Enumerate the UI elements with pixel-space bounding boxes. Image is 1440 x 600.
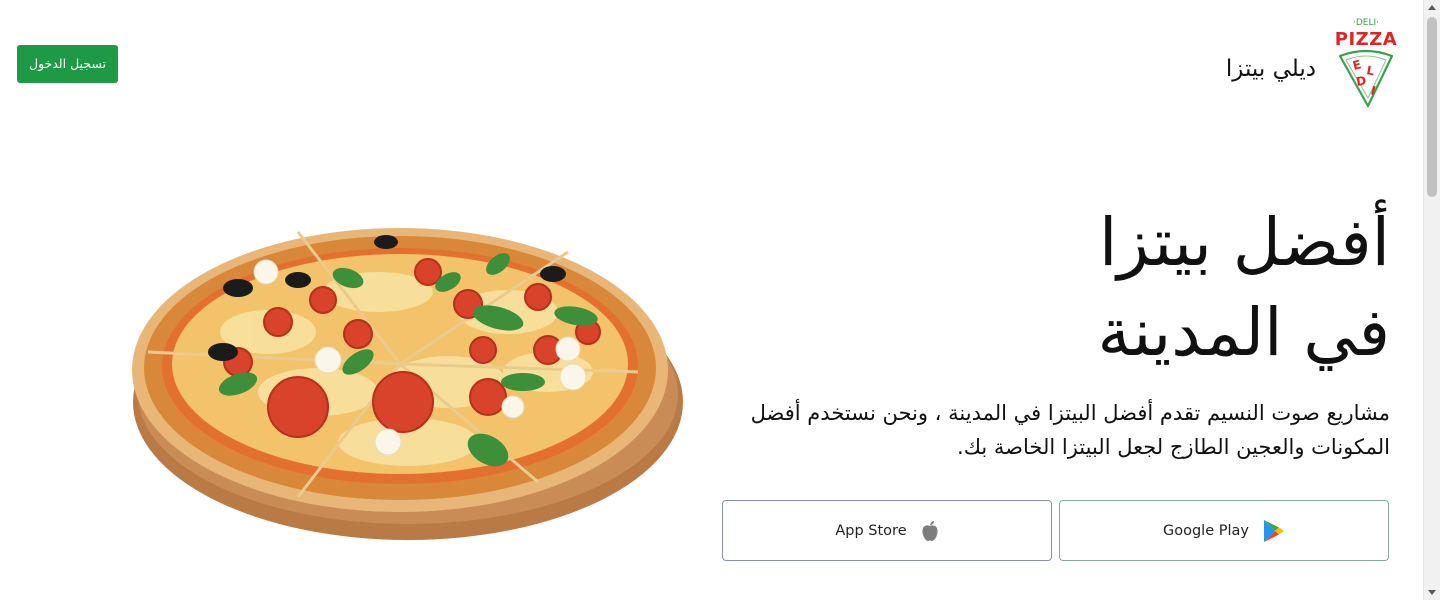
apple-icon <box>921 520 939 542</box>
pizza-image <box>132 228 683 540</box>
scrollbar[interactable] <box>1423 0 1440 600</box>
logo-deli-text: ·DELI· <box>1353 18 1379 28</box>
google-play-label: Google Play <box>1163 522 1249 539</box>
scroll-thumb[interactable] <box>1427 17 1437 197</box>
app-store-button[interactable]: App Store <box>722 500 1052 561</box>
brand-name: ديلي بيتزا <box>1225 56 1316 82</box>
logo-letter-l: L <box>1365 63 1375 78</box>
hero-title: أفضل بيتزا في المدينة <box>830 198 1390 378</box>
deli-pizza-logo: ·DELI· PIZZA E L D I <box>1335 18 1397 108</box>
login-button[interactable]: تسجيل الدخول <box>17 45 118 83</box>
brand[interactable]: ·DELI· PIZZA E L D I ديلي بيتزا <box>1226 14 1402 110</box>
page: تسجيل الدخول ·DELI· PIZZA E L D I ديلي ب… <box>0 0 1440 600</box>
google-play-button[interactable]: Google Play <box>1059 500 1389 561</box>
scroll-down-icon[interactable] <box>1428 590 1436 595</box>
logo-pizza-text: PIZZA <box>1335 29 1397 50</box>
hero-description: مشاريع صوت النسيم تقدم أفضل البيتزا في ا… <box>750 401 1390 459</box>
logo-letter-e: E <box>1351 57 1363 73</box>
scroll-up-icon[interactable] <box>1428 5 1436 10</box>
app-store-label: App Store <box>835 522 907 539</box>
hero-title-line1: أفضل بيتزا <box>1098 204 1390 281</box>
hero-title-line2: في المدينة <box>1097 294 1390 371</box>
google-play-icon <box>1263 519 1285 543</box>
